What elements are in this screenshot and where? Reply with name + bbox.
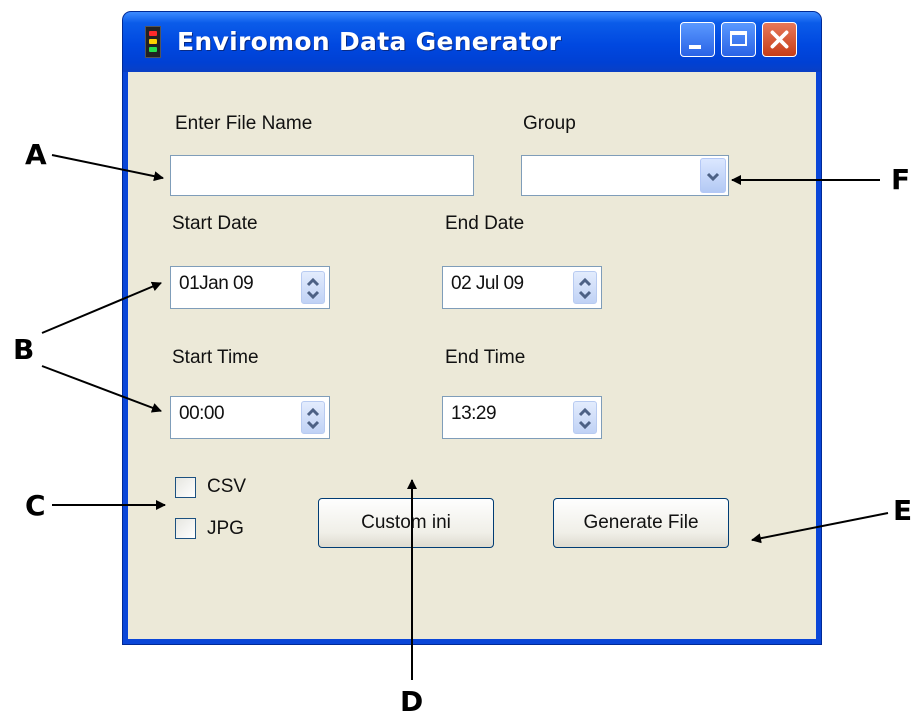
arrow-e [751, 512, 889, 544]
callout-b: B [13, 333, 35, 366]
callout-d: D [400, 685, 424, 718]
callout-f: F [891, 163, 911, 196]
callout-c: C [25, 489, 46, 522]
arrow-a [51, 154, 164, 182]
arrow-b-upper [41, 281, 162, 334]
callout-arrows [41, 154, 889, 680]
arrow-b-lower [41, 365, 162, 413]
callout-e: E [893, 494, 913, 527]
callout-a: A [25, 138, 47, 171]
